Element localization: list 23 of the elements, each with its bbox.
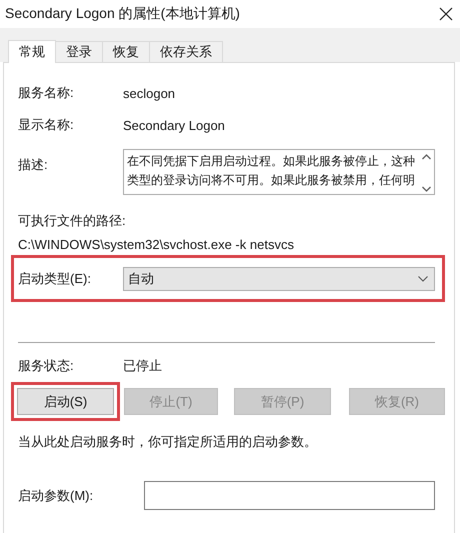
- field-label: 启动参数(M):: [18, 486, 94, 504]
- window-title: Secondary Logon 的属性(本地计算机): [5, 5, 240, 23]
- field-value: Secondary Logon: [123, 118, 225, 132]
- button[interactable]: 启动(S): [17, 388, 114, 415]
- field-value: C:\WINDOWS\system32\svchost.exe -k netsvcs: [18, 236, 294, 252]
- field-label: 可执行文件的路径:: [18, 212, 126, 230]
- field-label: 描述:: [18, 156, 49, 174]
- field-value: seclogon: [123, 86, 176, 100]
- hint-text: 当从此处启动服务时，你可指定所适用的启动参数。: [18, 433, 318, 451]
- description-box: 在不同凭据下启用启动过程。如果此服务被停止，这种类型的登录访问将不可用。如果此服务被禁用，任何明: [123, 149, 435, 195]
- tab[interactable]: 依存关系: [149, 41, 223, 62]
- field-label: 服务名称:: [18, 84, 75, 102]
- field-label: 服务状态:: [18, 357, 75, 375]
- startup-type-dropdown[interactable]: 自动: [123, 267, 435, 291]
- scroll-up-icon: [422, 154, 430, 160]
- field-value: 已停止: [123, 357, 162, 375]
- chevron-down-icon: [418, 276, 428, 282]
- field-label: 启动类型(E):: [18, 270, 92, 288]
- tab[interactable]: 常规: [8, 40, 56, 63]
- scroll-down-icon: [422, 186, 430, 192]
- close-icon[interactable]: [438, 6, 454, 22]
- start-parameters-field[interactable]: [144, 481, 435, 510]
- field-label: 显示名称:: [18, 116, 75, 134]
